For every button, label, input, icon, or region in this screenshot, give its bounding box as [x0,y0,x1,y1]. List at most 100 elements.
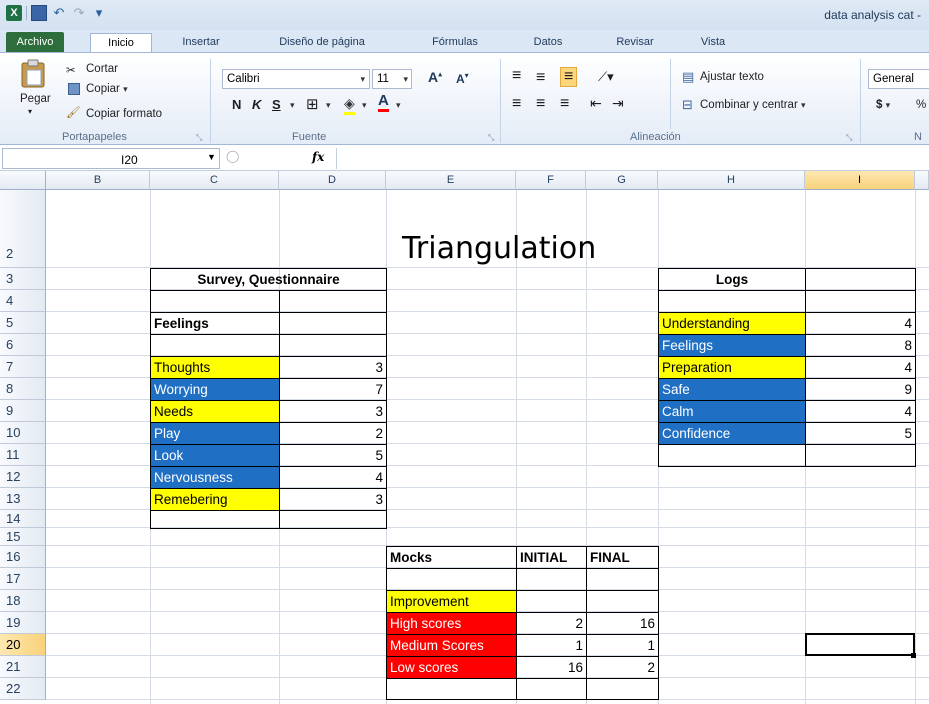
row-header-9[interactable]: 9 [0,400,46,422]
wrap-text-button[interactable]: Ajustar texto [700,71,764,83]
table-cell[interactable] [805,290,916,313]
select-all-button[interactable] [0,171,46,190]
table-cell[interactable] [516,678,587,700]
survey-item-value[interactable]: 4 [279,466,387,489]
mocks-row-label[interactable]: Medium Scores [386,634,517,657]
logs-item-value[interactable]: 5 [805,422,916,445]
row-header-21[interactable]: 21 [0,656,46,678]
formula-input[interactable] [336,148,929,169]
insert-function-icon[interactable]: fx [312,150,324,164]
survey-item-value[interactable]: 2 [279,422,387,445]
survey-item-label[interactable]: Remebering [150,488,280,511]
font-size-select[interactable]: 11 ▾ [372,69,412,89]
tab-datos[interactable]: Datos [520,33,576,52]
undo-icon[interactable]: ↶ [51,5,67,21]
active-cell[interactable] [805,633,915,656]
logs-item-value[interactable]: 8 [805,334,916,357]
table-cell[interactable] [150,290,280,313]
logs-item-label[interactable]: Confidence [658,422,806,445]
survey-item-label[interactable]: Look [150,444,280,467]
chevron-down-icon[interactable]: ▾ [326,99,331,111]
column-header-h[interactable]: H [658,171,805,190]
column-header-f[interactable]: F [516,171,586,190]
survey-item-label[interactable]: Worrying [150,378,280,401]
tab-diseno-pagina[interactable]: Diseño de página [262,33,382,52]
font-launcher-icon[interactable]: ⤡ [488,133,494,143]
chevron-down-icon[interactable]: ▾ [801,100,806,110]
chevron-down-icon[interactable]: ▾ [362,99,367,111]
logs-item-label[interactable]: Understanding [658,312,806,335]
number-format-select[interactable]: General [868,69,929,89]
logs-item-label[interactable]: Preparation [658,356,806,379]
italic-button[interactable]: K [252,97,261,112]
mocks-initial-header[interactable]: INITIAL [516,546,587,569]
column-header-e[interactable]: E [386,171,516,190]
logs-item-value[interactable]: 4 [805,312,916,335]
mocks-final-value[interactable]: 1 [586,634,659,657]
row-header-5[interactable]: 5 [0,312,46,334]
row-header-13[interactable]: 13 [0,488,46,510]
underline-button[interactable]: S [272,97,281,112]
redo-icon[interactable]: ↷ [71,5,87,21]
survey-header[interactable]: Survey, Questionnaire [150,268,387,291]
table-cell[interactable] [586,568,659,591]
font-color-icon[interactable]: A [378,93,389,112]
row-header-4[interactable]: 4 [0,290,46,312]
survey-item-label[interactable]: Thoughts [150,356,280,379]
mocks-row-label[interactable]: High scores [386,612,517,635]
formula-bar-resize-icon[interactable]: ◯ [226,149,239,163]
orientation-icon[interactable]: ⟋▾ [598,69,614,85]
merge-center-icon[interactable]: ⊟ [682,97,693,113]
tab-insertar[interactable]: Insertar [170,33,232,52]
row-header-19[interactable]: 19 [0,612,46,634]
logs-header[interactable]: Logs [658,268,806,291]
table-cell[interactable] [586,590,659,613]
mocks-final-value[interactable]: 16 [586,612,659,635]
mocks-initial-value[interactable]: 16 [516,656,587,679]
mocks-initial-value[interactable]: 1 [516,634,587,657]
table-cell[interactable] [586,678,659,700]
logs-item-value[interactable]: 9 [805,378,916,401]
logs-item-value[interactable]: 4 [805,400,916,423]
tab-vista[interactable]: Vista [690,33,736,52]
currency-button[interactable]: $ ▾ [876,99,890,111]
row-header-17[interactable]: 17 [0,568,46,590]
bold-button[interactable]: N [232,97,241,112]
chevron-down-icon[interactable]: ▾ [396,99,401,111]
mocks-final-value[interactable]: 2 [586,656,659,679]
font-name-select[interactable]: Calibri ▾ [222,69,370,89]
table-cell[interactable] [516,568,587,591]
table-cell[interactable] [279,510,387,529]
align-left-icon[interactable]: ≡ [512,95,521,113]
column-header-i[interactable]: I [805,171,915,190]
table-cell[interactable] [150,334,280,357]
row-header-16[interactable]: 16 [0,546,46,568]
cut-icon[interactable]: ✂ [66,63,76,77]
tab-inicio[interactable]: Inicio [90,33,152,52]
mocks-header[interactable]: Mocks [386,546,517,569]
survey-item-value[interactable]: 3 [279,400,387,423]
logs-item-label[interactable]: Safe [658,378,806,401]
row-header-8[interactable]: 8 [0,378,46,400]
copy-dropdown-icon[interactable]: ▾ [123,84,128,94]
align-center-icon[interactable]: ≡ [536,95,545,113]
row-header-22[interactable]: 22 [0,678,46,700]
align-right-icon[interactable]: ≡ [560,95,569,113]
borders-icon[interactable]: ⊞ [306,95,319,113]
column-header-d[interactable]: D [279,171,386,190]
percent-button[interactable]: % [916,99,926,111]
mocks-final-header[interactable]: FINAL [586,546,659,569]
fill-color-icon[interactable]: ◈ [344,95,355,115]
save-icon[interactable] [31,5,47,21]
mocks-initial-value[interactable]: 2 [516,612,587,635]
increase-font-icon[interactable]: A▴ [428,69,442,85]
paste-dropdown-icon[interactable]: ▾ [28,107,32,116]
survey-item-label[interactable]: Play [150,422,280,445]
column-header-g[interactable]: G [586,171,658,190]
mocks-improvement-label[interactable]: Improvement [386,590,517,613]
increase-indent-icon[interactable]: ⇥ [612,95,624,112]
table-cell[interactable] [516,590,587,613]
align-top-icon[interactable]: ≡ [512,67,521,85]
row-header-18[interactable]: 18 [0,590,46,612]
copy-button[interactable]: Copiar ▾ [86,83,128,95]
